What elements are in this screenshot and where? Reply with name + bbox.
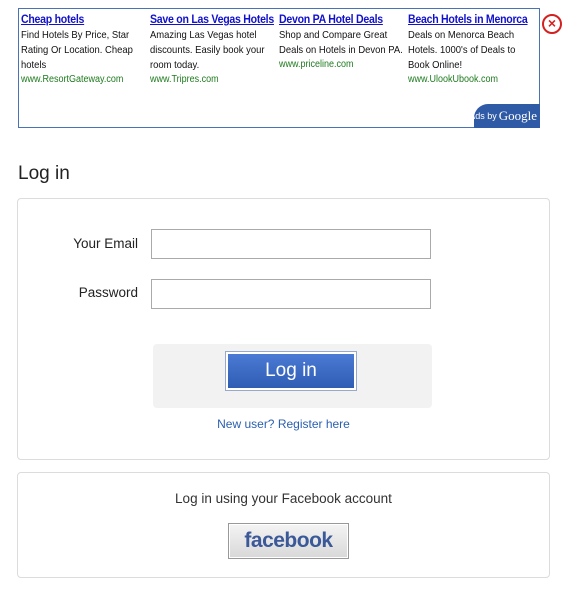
ad-url-link[interactable]: www.ResortGateway.com — [21, 73, 136, 87]
ad-url-link[interactable]: www.UlookUbook.com — [408, 73, 523, 87]
login-panel: Your Email Password Log in New user? Reg… — [17, 198, 550, 460]
ad-title-link[interactable]: Devon PA Hotel Deals — [279, 12, 392, 27]
ad-title-link[interactable]: Cheap hotels — [21, 12, 134, 27]
password-label: Password — [78, 285, 138, 300]
ad-item: Cheap hotels Find Hotels By Price, Star … — [21, 12, 149, 87]
login-button[interactable]: Log in — [225, 351, 357, 391]
facebook-login-panel: Log in using your Facebook account faceb… — [17, 472, 550, 578]
ad-description: Find Hotels By Price, Star Rating Or Loc… — [21, 29, 133, 71]
ads-by-label: Ads by — [469, 111, 497, 121]
login-button-area: Log in — [153, 344, 432, 408]
page-title: Log in — [18, 163, 70, 184]
close-icon[interactable]: × — [542, 14, 562, 34]
ad-item: Beach Hotels in Menorca Deals on Menorca… — [408, 12, 536, 87]
password-field[interactable] — [151, 279, 431, 309]
ad-banner: Cheap hotels Find Hotels By Price, Star … — [18, 8, 540, 128]
ad-title-link[interactable]: Beach Hotels in Menorca — [408, 12, 528, 27]
ad-description: Shop and Compare Great Deals on Hotels i… — [279, 29, 403, 56]
facebook-login-prompt: Log in using your Facebook account — [175, 491, 392, 506]
facebook-login-button[interactable]: facebook — [228, 523, 349, 559]
ads-by-google-badge[interactable]: Ads by Google — [469, 104, 540, 128]
ad-item: Devon PA Hotel Deals Shop and Compare Gr… — [279, 12, 407, 72]
register-link[interactable]: New user? Register here — [18, 417, 549, 431]
ad-item: Save on Las Vegas Hotels Amazing Las Veg… — [150, 12, 278, 87]
ad-url-link[interactable]: www.priceline.com — [279, 58, 394, 72]
ad-url-link[interactable]: www.Tripres.com — [150, 73, 265, 87]
google-logo-text: Google — [498, 108, 537, 123]
email-field[interactable] — [151, 229, 431, 259]
ad-description: Amazing Las Vegas hotel discounts. Easil… — [150, 29, 265, 71]
ad-title-link[interactable]: Save on Las Vegas Hotels — [150, 12, 274, 27]
email-label: Your Email — [73, 236, 138, 251]
ad-description: Deals on Menorca Beach Hotels. 1000's of… — [408, 29, 516, 71]
